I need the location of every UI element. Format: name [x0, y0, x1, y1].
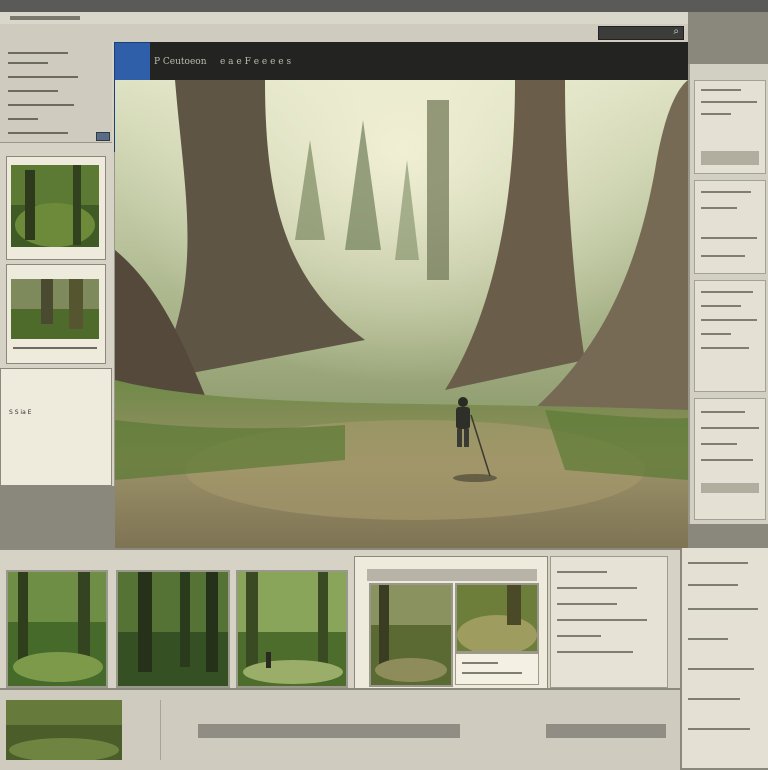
search-icon[interactable]: ⌕ — [673, 26, 679, 37]
property-line — [701, 237, 757, 239]
property-line — [701, 89, 741, 91]
property-line — [701, 427, 759, 429]
forest-thumbnail — [371, 585, 451, 685]
property-line — [701, 443, 737, 445]
menu-label-placeholder — [10, 16, 80, 20]
forest-scene-image — [115, 80, 688, 548]
view-toggle-icon[interactable] — [96, 132, 110, 141]
property-line — [688, 698, 740, 700]
left-panel-header — [0, 42, 112, 143]
property-line — [701, 207, 737, 209]
forest-thumbnail — [11, 165, 99, 247]
property-field[interactable] — [701, 483, 759, 493]
property-line — [557, 571, 607, 573]
property-line — [701, 255, 745, 257]
timeline-track[interactable] — [198, 724, 460, 738]
properties-section-3 — [694, 280, 766, 392]
window-top-bar — [0, 0, 768, 12]
properties-section-4 — [694, 398, 766, 520]
property-line — [701, 319, 757, 321]
property-line — [701, 101, 757, 103]
property-line — [688, 728, 750, 730]
timeline-thumbnail[interactable] — [6, 700, 122, 760]
property-line — [701, 305, 741, 307]
thumbnail-card-1[interactable] — [6, 156, 106, 260]
property-line — [557, 619, 647, 621]
property-line — [701, 191, 751, 193]
properties-section-2 — [694, 180, 766, 274]
header-text-line — [8, 132, 68, 134]
property-line — [701, 459, 753, 461]
info-label: S S ia E — [9, 409, 32, 416]
header-text-line — [8, 52, 68, 54]
properties-section-1 — [694, 80, 766, 174]
caption-line — [462, 662, 498, 664]
dialog-title-bar — [367, 569, 537, 581]
toolbar: ⌕ — [0, 24, 688, 43]
header-text-line — [8, 104, 74, 106]
property-line — [557, 635, 601, 637]
property-line — [688, 608, 758, 610]
property-line — [701, 333, 731, 335]
timeline-cell[interactable] — [160, 700, 197, 760]
left-panel: S S ia E — [0, 42, 116, 486]
property-line — [557, 603, 617, 605]
property-line — [688, 584, 738, 586]
dialog-image-2 — [455, 583, 539, 653]
header-text-line — [8, 118, 38, 120]
timeline-track[interactable] — [546, 724, 666, 738]
info-card: S S ia E — [0, 368, 112, 486]
film-frame-1[interactable] — [6, 570, 108, 688]
film-frame-3[interactable] — [236, 570, 348, 688]
header-text-line — [8, 76, 78, 78]
filmstrip-properties — [550, 556, 668, 688]
forest-thumbnail — [8, 572, 106, 686]
property-line — [701, 291, 753, 293]
header-text-line — [8, 90, 58, 92]
property-field[interactable] — [701, 151, 759, 165]
caption-line — [462, 672, 522, 674]
dialog-caption-box — [455, 653, 539, 685]
film-frame-2[interactable] — [116, 570, 230, 688]
forest-thumbnail — [11, 279, 99, 339]
thumbnail-card-2[interactable] — [6, 264, 106, 364]
viewer-title-left: P Ceutoeon — [154, 57, 207, 67]
forest-thumbnail — [238, 572, 346, 686]
property-line — [701, 411, 745, 413]
bottom-right-panel — [680, 548, 768, 768]
header-text-line — [8, 62, 48, 64]
forest-thumbnail — [457, 585, 537, 651]
viewer-title-right: e a e F e e e e s — [220, 57, 292, 67]
search-field[interactable]: ⌕ — [598, 26, 684, 40]
property-line — [557, 651, 633, 653]
timeline-panel — [0, 688, 680, 770]
dialog-image-1 — [369, 583, 453, 687]
property-line — [701, 113, 731, 115]
property-line — [688, 668, 754, 670]
thumbnail-caption-line — [13, 347, 97, 349]
image-preview-dialog[interactable] — [354, 556, 548, 692]
viewer-title-bar: P Ceutoeon e a e F e e e e s — [150, 42, 688, 80]
property-line — [688, 562, 748, 564]
filmstrip-panel — [0, 548, 680, 692]
right-properties-panel — [688, 64, 768, 524]
property-line — [688, 638, 728, 640]
property-line — [557, 587, 637, 589]
property-line — [701, 347, 749, 349]
main-image-canvas[interactable] — [115, 80, 688, 548]
forest-thumbnail — [118, 572, 228, 686]
